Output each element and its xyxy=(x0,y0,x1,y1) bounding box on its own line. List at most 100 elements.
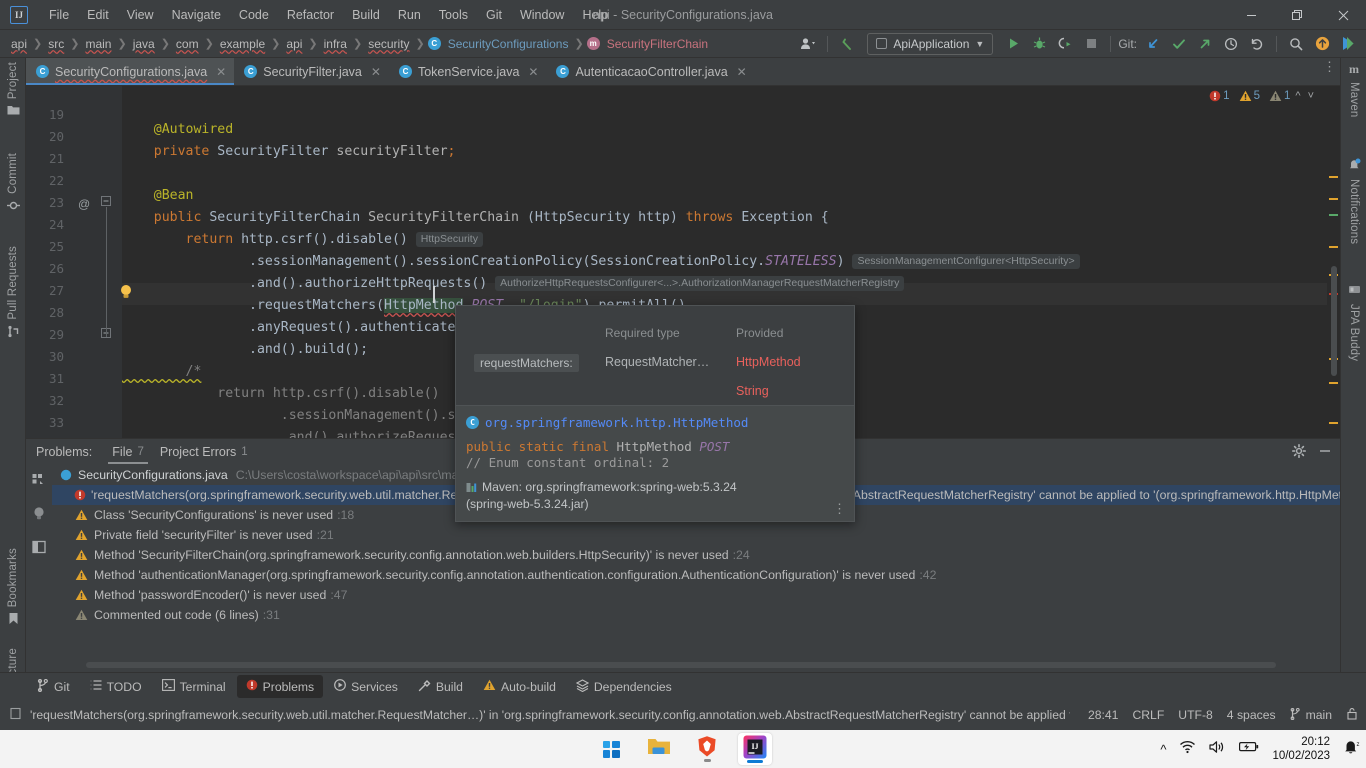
tool-window-services[interactable]: Services xyxy=(325,675,407,698)
warning-count-indicator[interactable]: 5 xyxy=(1239,90,1260,102)
breadcrumb-api2[interactable]: api xyxy=(283,35,305,53)
tool-window-problems[interactable]: Problems xyxy=(236,675,324,698)
wifi-icon[interactable] xyxy=(1179,740,1196,759)
tool-window-git[interactable]: Git xyxy=(28,675,79,699)
table-row[interactable]: Method 'authenticationManager(org.spring… xyxy=(52,565,1340,585)
parameter-info-popup[interactable]: Required type Provided requestMatchers: … xyxy=(455,305,855,522)
warning-marker[interactable] xyxy=(1329,176,1338,178)
intellij-idea-button[interactable]: IJ xyxy=(738,733,772,765)
table-row[interactable]: Commented out code (6 lines) :31 xyxy=(52,605,1340,625)
weak-warning-count-indicator[interactable]: 1 xyxy=(1269,90,1290,102)
menu-run[interactable]: Run xyxy=(389,4,430,26)
editor-tab-autenticacao-controller[interactable]: C AutenticacaoController.java ✕ xyxy=(546,58,754,85)
sidebar-item-project[interactable]: Project xyxy=(0,62,26,119)
sidebar-item-notifications[interactable]: Notifications xyxy=(1341,158,1366,244)
maximize-button[interactable] xyxy=(1274,0,1320,30)
close-icon[interactable]: ✕ xyxy=(528,65,538,79)
user-account-icon[interactable] xyxy=(796,33,820,55)
breadcrumb-class[interactable]: SecurityConfigurations xyxy=(445,35,572,53)
hide-panel-icon[interactable] xyxy=(1318,444,1332,461)
editor-gutter[interactable]: 19 20 21 22 23 24 25 26 27 28 29 30 31 3… xyxy=(26,86,131,438)
breadcrumb-main[interactable]: main xyxy=(82,35,114,53)
table-row[interactable]: Private field 'securityFilter' is never … xyxy=(52,525,1340,545)
tab-overflow-icon[interactable]: ⋮ xyxy=(1323,60,1336,73)
run-button[interactable] xyxy=(1001,33,1025,55)
warning-marker[interactable] xyxy=(1329,198,1338,200)
next-problem-icon[interactable]: ˅ xyxy=(1306,90,1316,102)
menu-tools[interactable]: Tools xyxy=(430,4,477,26)
sidebar-item-pull-requests[interactable]: Pull Requests xyxy=(0,246,26,341)
breadcrumb-src[interactable]: src xyxy=(45,35,67,53)
intellij-logo-icon[interactable]: IJ xyxy=(10,5,28,24)
error-count-indicator[interactable]: 1 xyxy=(1209,90,1230,102)
table-row[interactable]: Method 'passwordEncoder()' is never used… xyxy=(52,585,1340,605)
file-encoding[interactable]: UTF-8 xyxy=(1178,708,1213,722)
problems-tab-file[interactable]: File 7 xyxy=(104,441,152,464)
battery-charging-icon[interactable] xyxy=(1239,740,1259,758)
menu-window[interactable]: Window xyxy=(511,4,573,26)
caret-position[interactable]: 28:41 xyxy=(1088,708,1119,722)
start-button[interactable] xyxy=(594,733,628,765)
tool-window-auto-build[interactable]: Auto-build xyxy=(474,675,565,698)
ide-update-icon[interactable] xyxy=(1310,33,1334,55)
minimize-button[interactable] xyxy=(1228,0,1274,30)
warning-marker[interactable] xyxy=(1329,246,1338,248)
brave-browser-button[interactable] xyxy=(690,733,724,765)
breadcrumb-infra[interactable]: infra xyxy=(321,35,350,53)
tool-window-todo[interactable]: TODO xyxy=(81,675,151,698)
sidebar-item-maven[interactable]: m Maven xyxy=(1341,62,1366,118)
rollback-icon[interactable] xyxy=(1245,33,1269,55)
tool-window-terminal[interactable]: Terminal xyxy=(153,675,235,698)
menu-git[interactable]: Git xyxy=(477,4,511,26)
file-explorer-button[interactable] xyxy=(642,733,676,765)
git-commit-icon[interactable] xyxy=(1167,33,1191,55)
clock-widget[interactable]: 20:12 10/02/2023 xyxy=(1272,735,1330,763)
back-arrow-icon[interactable] xyxy=(835,33,859,55)
settings-gear-icon[interactable] xyxy=(1292,443,1306,461)
breadcrumb-api[interactable]: api xyxy=(8,35,30,53)
menu-view[interactable]: View xyxy=(118,4,163,26)
search-icon[interactable] xyxy=(1284,33,1308,55)
stop-button[interactable] xyxy=(1079,33,1103,55)
menu-edit[interactable]: Edit xyxy=(78,4,118,26)
breadcrumb-com[interactable]: com xyxy=(173,35,202,53)
close-button[interactable] xyxy=(1320,0,1366,30)
history-icon[interactable] xyxy=(1219,33,1243,55)
breadcrumb-security[interactable]: security xyxy=(365,35,412,53)
previous-problem-icon[interactable]: ^ xyxy=(1293,90,1302,102)
problems-horizontal-scrollbar[interactable] xyxy=(86,662,1276,668)
copy-message-icon[interactable] xyxy=(10,707,23,723)
menu-code[interactable]: Code xyxy=(230,4,278,26)
close-icon[interactable]: ✕ xyxy=(371,65,381,79)
git-push-icon[interactable] xyxy=(1193,33,1217,55)
line-separator[interactable]: CRLF xyxy=(1132,708,1164,722)
menu-file[interactable]: File xyxy=(40,4,78,26)
sidebar-item-commit[interactable]: Commit xyxy=(0,153,26,215)
table-row[interactable]: Method 'SecurityFilterChain(org.springfr… xyxy=(52,545,1340,565)
indent-setting[interactable]: 4 spaces xyxy=(1227,708,1276,722)
quick-fix-bulb-icon[interactable] xyxy=(32,506,46,526)
menu-build[interactable]: Build xyxy=(343,4,389,26)
inspection-widget[interactable]: 1 5 1 ^ ˅ xyxy=(1209,90,1316,102)
debug-button[interactable] xyxy=(1027,33,1051,55)
git-branch-widget[interactable]: main xyxy=(1290,707,1332,723)
change-marker[interactable] xyxy=(1329,214,1338,216)
status-message-area[interactable]: 'requestMatchers(org.springframework.sec… xyxy=(10,707,1070,723)
group-by-icon[interactable] xyxy=(32,473,46,492)
read-only-lock-icon[interactable] xyxy=(1346,707,1358,723)
toggle-preview-icon[interactable] xyxy=(32,540,46,559)
run-configuration-selector[interactable]: ApiApplication ▼ xyxy=(867,32,994,55)
breadcrumb-method[interactable]: SecurityFilterChain xyxy=(604,35,711,53)
editor-vertical-scrollbar[interactable] xyxy=(1331,266,1337,376)
editor-tab-security-filter[interactable]: C SecurityFilter.java ✕ xyxy=(234,58,389,85)
menu-refactor[interactable]: Refactor xyxy=(278,4,343,26)
notifications-bell-icon[interactable]: z xyxy=(1343,739,1360,760)
tool-window-build[interactable]: Build xyxy=(409,675,472,699)
close-icon[interactable]: ✕ xyxy=(737,65,747,79)
editor-marker-bar[interactable] xyxy=(1327,86,1340,438)
menu-navigate[interactable]: Navigate xyxy=(163,4,230,26)
git-update-icon[interactable] xyxy=(1141,33,1165,55)
ide-features-icon[interactable] xyxy=(1336,33,1360,55)
spring-bean-gutter-icon[interactable]: @ xyxy=(78,197,90,211)
sidebar-item-jpa-buddy[interactable]: JPA Buddy xyxy=(1341,283,1366,361)
